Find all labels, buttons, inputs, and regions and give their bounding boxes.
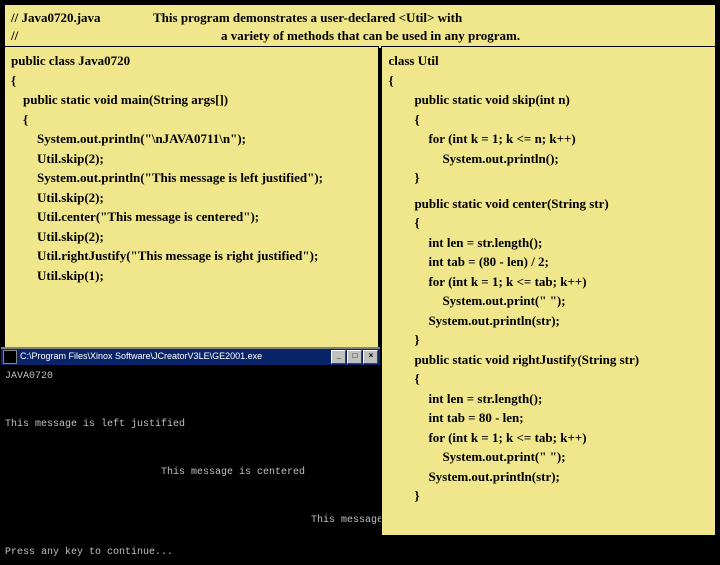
slide-frame: // Java0720.java This program demonstrat… xyxy=(0,0,720,540)
code-line: { xyxy=(388,110,709,130)
out-line: This message is centered xyxy=(5,467,305,478)
out-line: Press any key to continue... xyxy=(5,547,173,558)
maximize-button[interactable]: □ xyxy=(347,350,362,364)
code-line: System.out.println(str); xyxy=(388,311,709,331)
code-line: public static void skip(int n) xyxy=(388,90,709,110)
code-line: System.out.println("\nJAVA0711\n"); xyxy=(11,129,372,149)
code-line: public static void main(String args[]) xyxy=(11,90,372,110)
code-line: Util.center("This message is centered"); xyxy=(11,207,372,227)
code-line: for (int k = 1; k <= tab; k++) xyxy=(388,272,709,292)
util-class-panel: class Util { public static void skip(int… xyxy=(381,46,716,536)
code-line: int len = str.length(); xyxy=(388,389,709,409)
code-line: for (int k = 1; k <= tab; k++) xyxy=(388,428,709,448)
code-line: public class Java0720 xyxy=(11,51,372,71)
code-line: } xyxy=(388,486,709,506)
comment-slashes: // xyxy=(11,27,153,45)
content-row: public class Java0720 { public static vo… xyxy=(4,46,716,536)
close-button[interactable]: × xyxy=(363,350,378,364)
code-line: Util.skip(2); xyxy=(11,149,372,169)
code-line: class Util xyxy=(388,51,709,71)
code-line: Util.skip(2); xyxy=(11,188,372,208)
code-line: { xyxy=(11,71,372,91)
code-line: Util.rightJustify("This message is right… xyxy=(11,246,372,266)
desc-line-2: a variety of methods that can be used in… xyxy=(153,27,520,45)
code-line: System.out.println(str); xyxy=(388,467,709,487)
code-line: { xyxy=(388,213,709,233)
code-line: public static void center(String str) xyxy=(388,194,709,214)
filename-comment: // Java0720.java xyxy=(11,9,153,27)
code-line: int tab = 80 - len; xyxy=(388,408,709,428)
code-line: public static void rightJustify(String s… xyxy=(388,350,709,370)
code-line: { xyxy=(11,110,372,130)
console-icon xyxy=(3,350,17,364)
desc-line-1: This program demonstrates a user-declare… xyxy=(153,9,462,27)
code-line: int tab = (80 - len) / 2; xyxy=(388,252,709,272)
window-buttons: _ □ × xyxy=(331,350,378,364)
code-line: Util.skip(2); xyxy=(11,227,372,247)
code-line: System.out.println("This message is left… xyxy=(11,168,372,188)
code-line: { xyxy=(388,369,709,389)
console-window: C:\Program Files\Xinox Software\JCreator… xyxy=(1,347,380,539)
out-line: JAVA0720 xyxy=(5,371,53,382)
code-line: for (int k = 1; k <= n; k++) xyxy=(388,129,709,149)
code-line: System.out.print(" "); xyxy=(388,447,709,467)
main-class-panel: public class Java0720 { public static vo… xyxy=(4,46,379,536)
code-line: System.out.print(" "); xyxy=(388,291,709,311)
console-titlebar: C:\Program Files\Xinox Software\JCreator… xyxy=(1,349,380,365)
code-line: { xyxy=(388,71,709,91)
code-line: } xyxy=(388,168,709,188)
out-line: This message is left justified xyxy=(5,419,185,430)
code-line: } xyxy=(388,330,709,350)
code-line: int len = str.length(); xyxy=(388,233,709,253)
header-comment: // Java0720.java This program demonstrat… xyxy=(4,4,716,49)
code-line: System.out.println(); xyxy=(388,149,709,169)
console-output: JAVA0720 This message is left justified … xyxy=(1,365,380,565)
code-line: Util.skip(1); xyxy=(11,266,372,286)
minimize-button[interactable]: _ xyxy=(331,350,346,364)
console-title: C:\Program Files\Xinox Software\JCreator… xyxy=(20,350,262,364)
